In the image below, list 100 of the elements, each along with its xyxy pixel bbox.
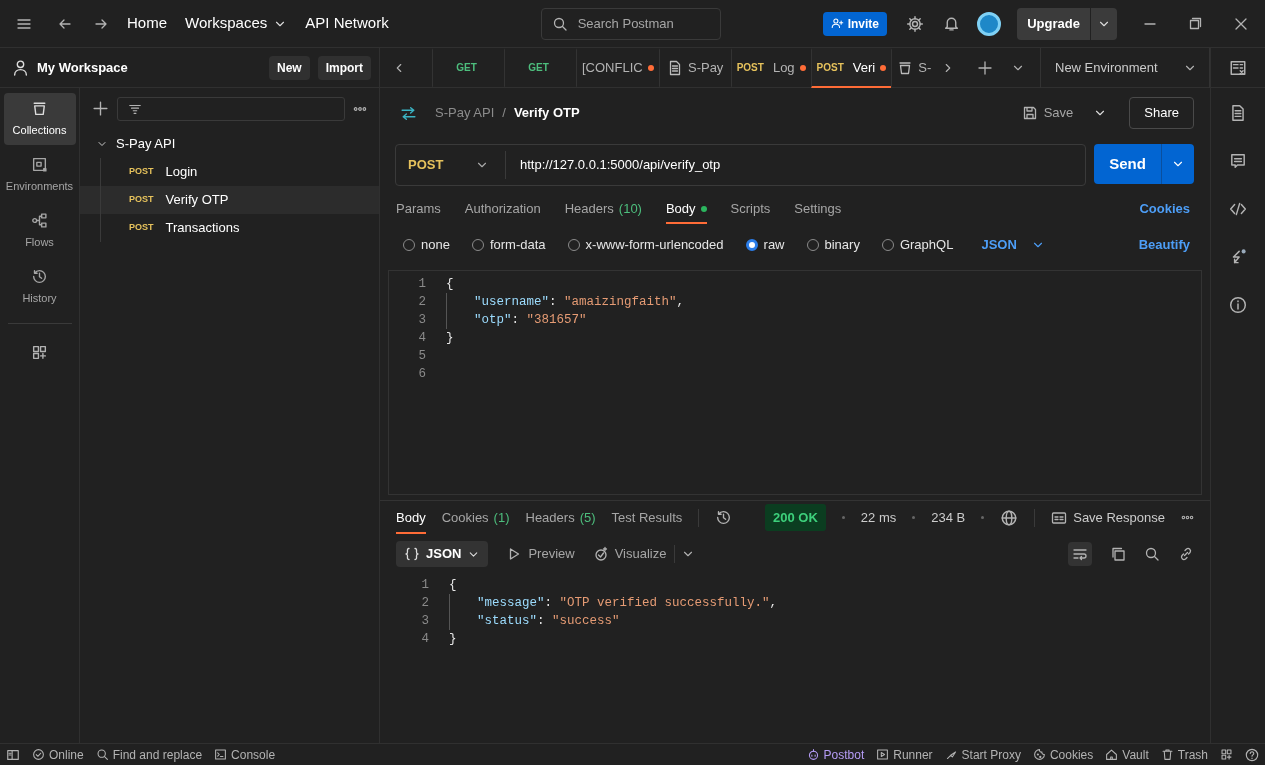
nav-link[interactable]: Home <box>127 12 167 35</box>
status-item[interactable]: Console <box>214 745 276 764</box>
response-tab[interactable]: Headers (5) <box>525 501 596 534</box>
search-field[interactable]: Search Postman <box>540 7 721 40</box>
code-editor[interactable]: 1 { 2 "username": "amaizingfaith", 3 "otp": "381657" 4 } 5 6 <box>388 270 1202 495</box>
tree-item[interactable]: S-Pay API <box>80 130 379 158</box>
visualize-button[interactable]: Visualize <box>592 544 667 564</box>
share-button[interactable]: Share <box>1129 97 1194 129</box>
console-icon <box>214 748 228 761</box>
wrap-icon <box>1072 546 1088 562</box>
wrap-button[interactable] <box>1068 542 1092 566</box>
status-item[interactable]: Online <box>32 745 84 764</box>
history-icon[interactable] <box>715 509 733 526</box>
response-tab[interactable]: Cookies (1) <box>441 501 510 534</box>
import-button[interactable]: Import <box>317 55 371 80</box>
status-item[interactable]: Runner <box>876 745 933 764</box>
status-item[interactable]: Trash <box>1160 745 1208 764</box>
save-response-button[interactable]: Save Response <box>1051 507 1165 528</box>
info-icon[interactable] <box>1229 296 1247 314</box>
search-input[interactable]: Search Postman <box>575 12 696 35</box>
status-item[interactable]: Find and replace <box>95 745 203 764</box>
trash-icon <box>1160 748 1174 761</box>
radio-label[interactable]: form-data <box>489 235 546 255</box>
method-select[interactable]: POST <box>396 151 506 179</box>
status-item[interactable]: Cookies <box>1032 745 1094 764</box>
invite-button[interactable]: Invite <box>822 11 887 36</box>
grid-icon[interactable] <box>31 344 48 361</box>
nav-link[interactable]: Workspaces <box>185 12 288 35</box>
environment-icon[interactable] <box>1229 58 1247 77</box>
request-tab[interactable]: S- <box>891 47 934 88</box>
request-tab[interactable]: GET <box>504 47 576 88</box>
radio-label[interactable]: raw <box>763 235 785 255</box>
rail-item[interactable]: History <box>3 261 76 313</box>
breadcrumb-link[interactable]: S-Pay API <box>435 103 495 123</box>
line-number: 2 <box>420 594 429 612</box>
radio-label[interactable]: x-www-form-urlencoded <box>585 235 724 255</box>
plus-icon[interactable] <box>92 100 109 117</box>
filter-field[interactable] <box>117 96 345 121</box>
separator-dot <box>841 516 845 519</box>
cookies-link[interactable]: Cookies <box>1139 199 1190 219</box>
request-tab[interactable]: POST Veri <box>810 47 892 88</box>
request-tab[interactable]: Body <box>665 194 707 224</box>
radio-label[interactable]: binary <box>824 235 860 255</box>
beautify-link[interactable]: Beautify <box>1138 235 1190 255</box>
copy-icon[interactable] <box>1110 546 1126 562</box>
request-tab[interactable]: [CONFLIC <box>576 47 659 88</box>
request-tab[interactable]: Headers (10) <box>564 194 642 224</box>
upgrade-button[interactable]: Upgrade <box>1017 7 1090 40</box>
request-tab[interactable]: S-Pay <box>658 47 731 88</box>
preview-button[interactable]: Preview <box>506 544 575 564</box>
response-tab[interactable]: Body <box>396 501 426 534</box>
rail-item[interactable]: Flows <box>3 205 76 257</box>
status-item[interactable]: Postbot <box>806 745 865 764</box>
send-button[interactable]: Send <box>1094 144 1161 184</box>
response-tab[interactable]: Test Results <box>611 501 683 534</box>
request-tab[interactable]: Settings <box>794 194 842 224</box>
tree-item[interactable]: POST Login <box>80 158 379 186</box>
globe-icon[interactable] <box>1000 508 1019 527</box>
radio-button[interactable] <box>745 239 758 251</box>
request-tab[interactable]: Scripts <box>730 194 771 224</box>
settings-icon[interactable] <box>906 14 924 33</box>
document-icon[interactable] <box>1229 104 1247 122</box>
braces-icon <box>404 546 420 562</box>
save-button[interactable]: Save <box>1021 103 1074 123</box>
status-item[interactable]: Start Proxy <box>944 745 1021 764</box>
rail-item[interactable]: Collections <box>3 93 76 145</box>
status-item[interactable]: Vault <box>1105 745 1149 764</box>
url-field[interactable]: http://127.0.0.1:5000/api/verify_otp <box>506 154 1085 176</box>
bell-icon[interactable] <box>943 15 960 32</box>
code-icon[interactable] <box>1229 200 1247 218</box>
code-line: "message": "OTP verified successfully.", <box>429 594 778 612</box>
maximize-icon[interactable] <box>1187 15 1203 32</box>
plus-icon[interactable] <box>977 59 994 76</box>
new-button[interactable]: New <box>268 55 310 80</box>
help-icon[interactable] <box>1245 747 1259 762</box>
radio-label[interactable]: none <box>421 235 450 255</box>
sidebar-toggle-icon[interactable] <box>6 747 20 762</box>
avatar[interactable] <box>977 11 1001 36</box>
grid-icon[interactable] <box>1220 748 1233 761</box>
size-label: 234 B <box>931 508 966 527</box>
request-tab[interactable]: Params <box>396 194 441 224</box>
bucket-icon <box>31 99 48 117</box>
request-tab[interactable]: POST Log <box>730 47 811 88</box>
format-select[interactable]: JSON <box>981 235 1045 255</box>
environment-select[interactable]: New Environment <box>1040 47 1210 88</box>
request-tab[interactable]: Authorization <box>464 194 541 224</box>
link-icon[interactable] <box>1178 546 1194 562</box>
comment-icon[interactable] <box>1229 152 1247 170</box>
radio-label[interactable]: GraphQL <box>899 235 954 255</box>
workspace-title: My Workspace <box>37 58 128 77</box>
save-icon <box>1021 105 1038 121</box>
tree-item[interactable]: POST Transactions <box>80 214 379 242</box>
tree-item[interactable]: POST Verify OTP <box>80 186 379 214</box>
view-select[interactable]: JSON <box>396 541 489 567</box>
request-tab[interactable]: GET <box>432 47 504 88</box>
nav-link[interactable]: API Network <box>305 12 389 35</box>
arrows-icon <box>400 104 417 122</box>
search-icon[interactable] <box>1144 546 1160 562</box>
url-bar[interactable]: POST http://127.0.0.1:5000/api/verify_otp <box>395 144 1086 186</box>
rail-item[interactable]: Environments <box>3 149 76 201</box>
